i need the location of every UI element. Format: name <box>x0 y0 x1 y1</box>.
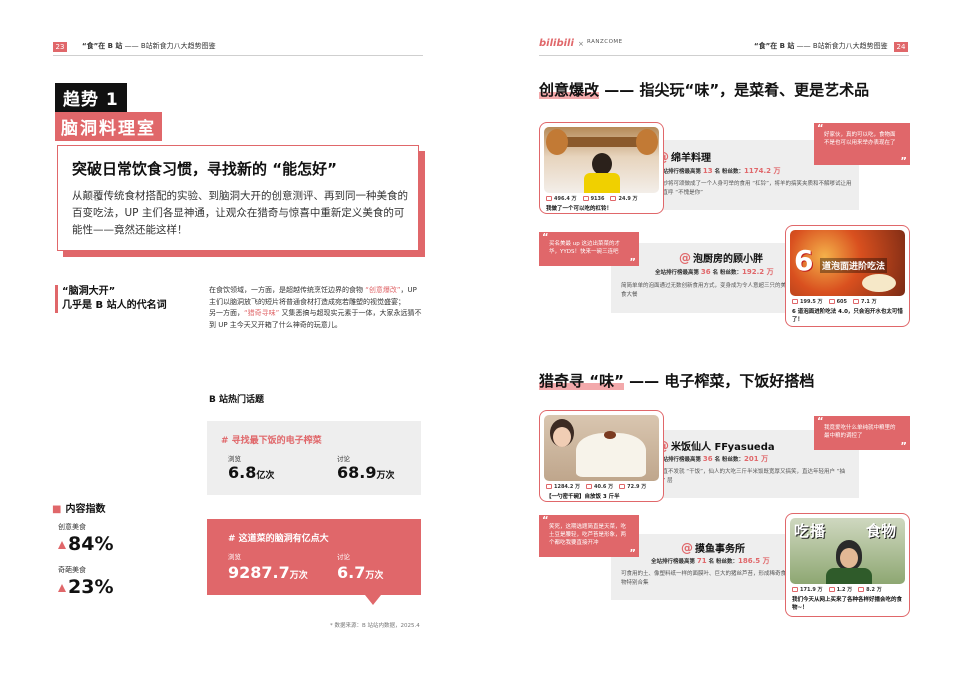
index-2-label: 奇葩美食 <box>58 566 86 574</box>
section-title-creative: 创意爆改 —— 指尖玩“味”，是菜肴、更是艺术品 <box>539 81 870 99</box>
right-page: bilibili × RANZCOME “食”在 B 站 —— B站新食力八大趋… <box>481 0 962 678</box>
comment-bubble-1: “好家伙，真的可以吃，食物面不是也可以用来举办表现在了” <box>814 123 910 167</box>
index-title: ■ 内容指数 <box>52 504 106 515</box>
comment-bubble-3: “我竟爱吃什么单纯就中粮里的最中粮的调控了” <box>814 416 910 452</box>
comment-bubble-2: “买名美最 up 这边出菜菜的才华，YYDS！快来一碗三连吧” <box>539 232 639 268</box>
video-thumbnail: 吃播 食物 <box>790 518 905 584</box>
topic-1-views: 6.8亿次 <box>228 463 275 482</box>
index-1-value: 84% <box>58 533 113 555</box>
video-card-3[interactable]: 1284.2 万 40.6 万 72.9 万 【一勺密千碗】自放饭 3 斤半 <box>539 410 664 502</box>
video-thumbnail <box>544 415 659 481</box>
side-title: “脑洞大开” 几乎是 B 站人的代名词 <box>55 285 167 313</box>
index-2-value: 23% <box>58 576 113 598</box>
hot-topics-title: B 站热门话题 <box>209 395 264 405</box>
page-number: 24 <box>894 42 908 52</box>
topic-1-discussions: 68.9万次 <box>337 463 395 482</box>
trend-number: 趋势 1 <box>55 83 127 112</box>
headline-box: 突破日常饮食习惯，寻找新的 “能怎好” 从颠覆传统食材搭配的实验、到脑洞大开的创… <box>57 145 419 251</box>
header-rule <box>53 55 423 56</box>
running-header: “食”在 B 站 —— B站新食力八大趋势图鉴 <box>82 42 216 50</box>
section-title-quirky: 猎奇寻 “味” —— 电子榨菜，下饭好搭档 <box>539 372 815 390</box>
video-card-2[interactable]: 6 道泡面进阶吃法 199.5 万 605 7.1 万 6 道泡面进阶吃法 4.… <box>785 225 910 327</box>
topic-card-1: # 寻找最下饭的电子榨菜 浏览 6.8亿次 讨论 68.9万次 <box>207 421 421 495</box>
topic-2-views: 9287.7万次 <box>228 563 308 582</box>
page-number: 23 <box>53 42 67 52</box>
headline: 突破日常饮食习惯，寻找新的 “能怎好” <box>72 160 337 178</box>
bilibili-logo: bilibili <box>539 38 574 49</box>
header-rule <box>539 55 909 56</box>
topic-card-2: # 这道菜的脑洞有亿点大 浏览 9287.7万次 讨论 6.7万次 <box>207 519 421 595</box>
left-page: 23 “食”在 B 站 —— B站新食力八大趋势图鉴 趋势 1 脑洞料理室 突破… <box>0 0 481 678</box>
video-thumbnail: 6 道泡面进阶吃法 <box>790 230 905 296</box>
video-card-1[interactable]: 496.4 万 9136 24.9 万 我做了一个可以吃的杠铃！ <box>539 122 664 214</box>
partner-logo: RANZCOME <box>587 39 623 45</box>
body-text: 在食饮领域，一方面，是超越传统烹饪边界的食物 “创意爆改”，UP 主们以脑洞放飞… <box>209 286 422 329</box>
running-header: “食”在 B 站 —— B站新食力八大趋势图鉴 <box>754 42 888 50</box>
topic-card-2-tail <box>365 595 381 605</box>
topic-2-discussions: 6.7万次 <box>337 563 384 582</box>
video-card-4[interactable]: 吃播 食物 171.9 万 1.2 万 8.2 万 我们今天从网上买来了各种各样… <box>785 513 910 617</box>
index-1-label: 创意美食 <box>58 523 86 531</box>
comment-bubble-4: “笑死，这期选题简直是天菜，吃土豆是腰轻，吃芦苔是形象，两个都吃我要直接开冲” <box>539 515 639 559</box>
trend-name: 脑洞料理室 <box>55 112 162 141</box>
intro-text: 从颠覆传统食材搭配的实验、到脑洞大开的创意测评、再到同一种美食的百变吃法，UP … <box>72 190 408 236</box>
data-source: * 数据来源：B 站站内数据，2025.4 <box>330 623 420 629</box>
video-thumbnail <box>544 127 659 193</box>
